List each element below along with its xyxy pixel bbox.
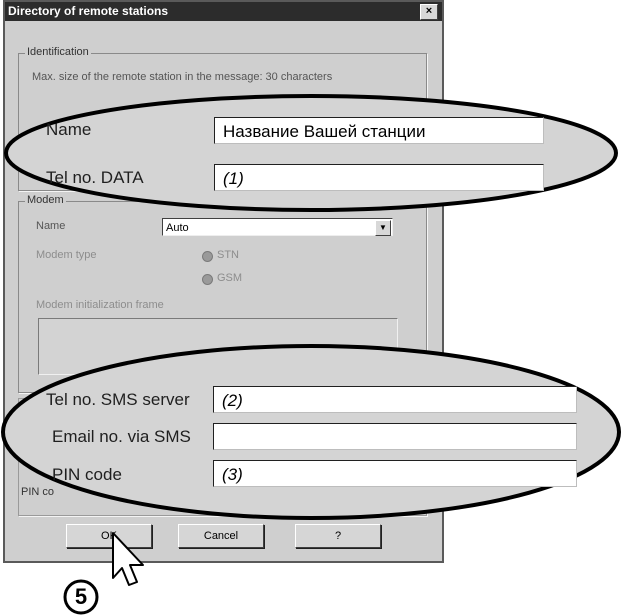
callout-ellipse-top xyxy=(4,94,618,212)
name-field-value: Название Вашей станции xyxy=(223,122,426,141)
email-sms-field[interactable] xyxy=(213,423,577,450)
pin-label: PIN code xyxy=(52,465,122,484)
sms-server-label: Tel no. SMS server xyxy=(46,390,190,409)
mouse-pointer-icon xyxy=(112,532,144,586)
pin-value: (3) xyxy=(222,465,243,484)
name-label: Name xyxy=(46,120,92,139)
sms-server-value: (2) xyxy=(222,391,243,410)
step-number: 5 xyxy=(74,584,88,609)
tel-data-label: Tel no. DATA xyxy=(46,168,144,187)
name-field[interactable]: Название Вашей станции xyxy=(214,117,544,144)
sms-server-field[interactable]: (2) xyxy=(213,386,577,413)
tel-data-field[interactable]: (1) xyxy=(214,164,544,191)
tel-data-value: (1) xyxy=(223,169,244,188)
callout-overlay xyxy=(1,94,621,615)
pin-field[interactable]: (3) xyxy=(213,460,577,487)
email-sms-label: Email no. via SMS xyxy=(52,427,191,446)
